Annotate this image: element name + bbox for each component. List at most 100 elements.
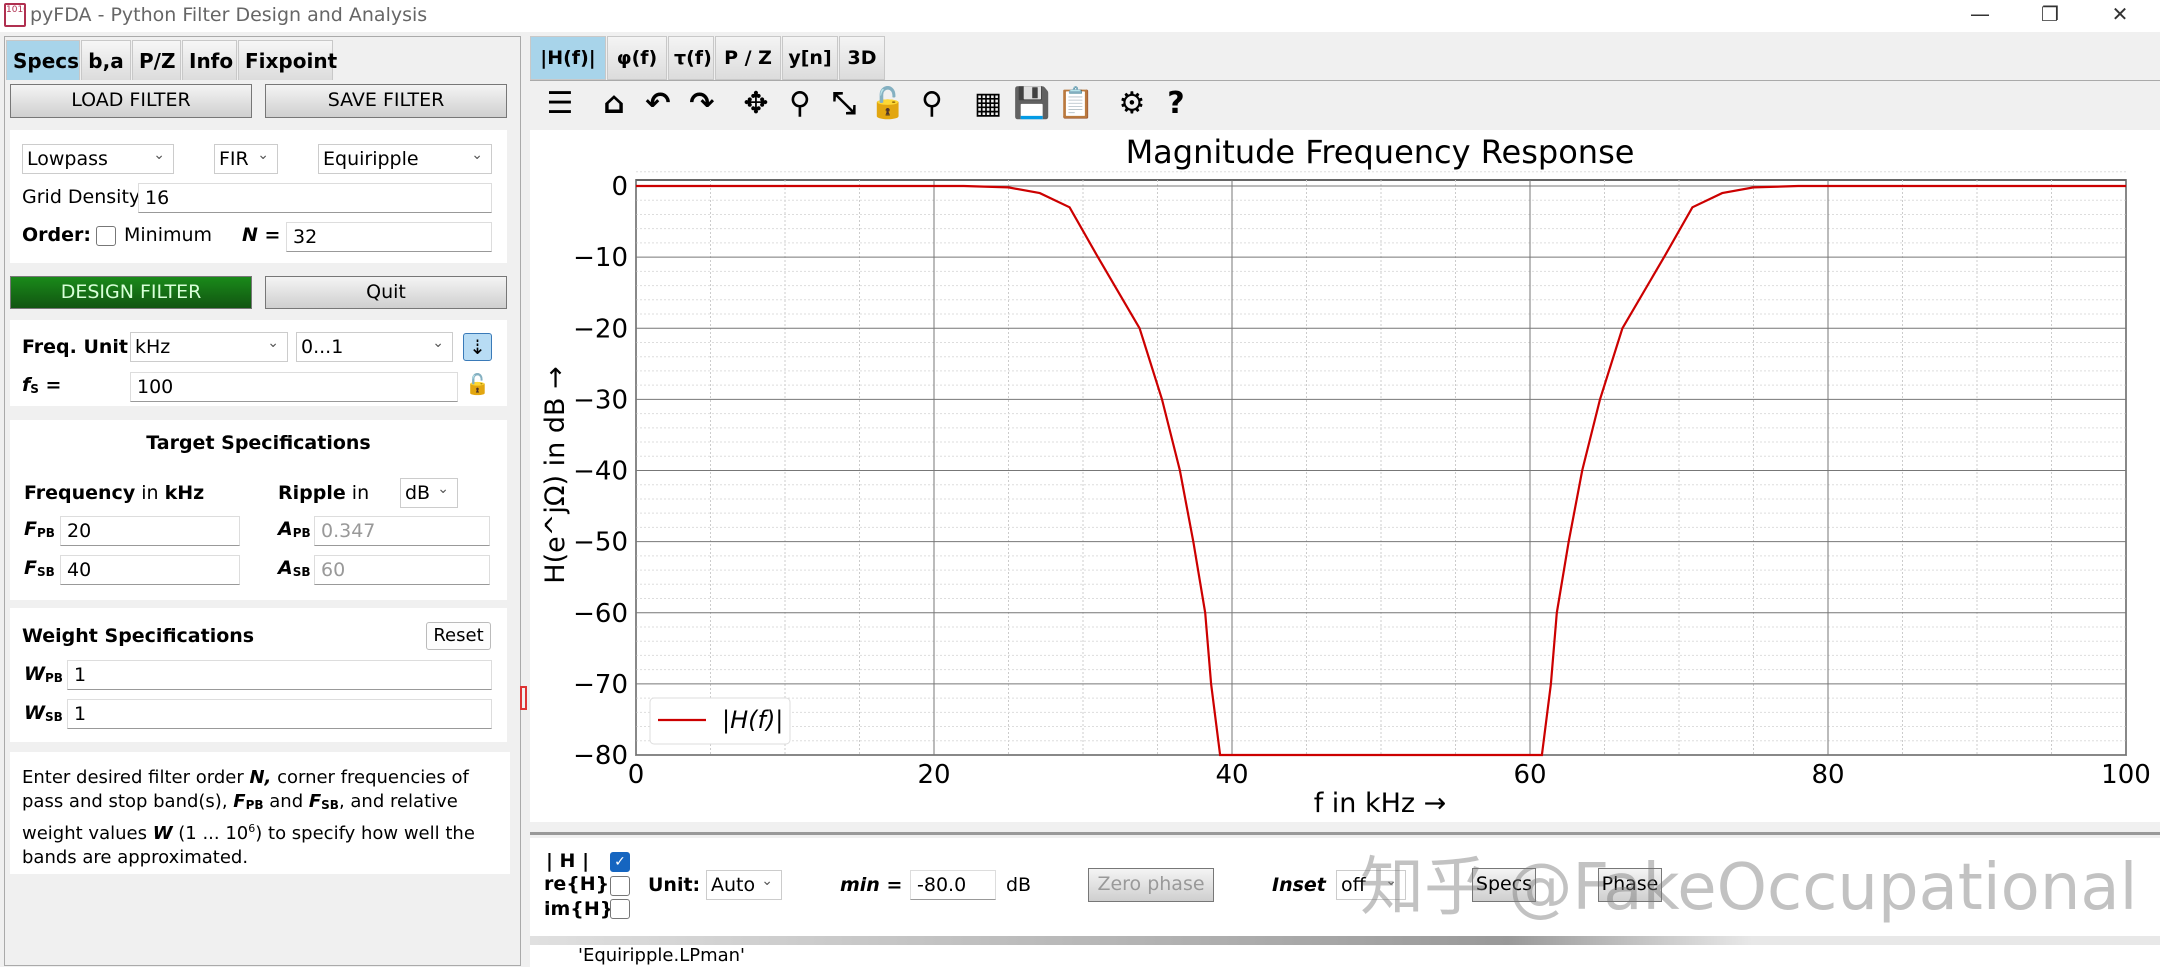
lock-icon[interactable]: 🔓 [868, 84, 908, 124]
magnitude-checkbox[interactable]: ✓ [610, 852, 630, 872]
chevron-down-icon: ⌄ [437, 481, 449, 497]
x-axis-label: f in kHz → [1314, 788, 1447, 819]
quit-button[interactable]: Quit [265, 276, 507, 309]
min-input[interactable]: -80.0 [910, 870, 996, 900]
y-axis-label: H(e^jΩ) in dB → [540, 366, 571, 583]
design-method-select[interactable]: Equiripple ⌄ [318, 144, 492, 174]
real-label: re{H} [544, 873, 610, 895]
marker-icon[interactable]: ⚲ [912, 84, 952, 124]
undo-icon[interactable]: ↶ [638, 84, 678, 124]
real-checkbox[interactable] [610, 876, 630, 896]
chevron-down-icon: ⌄ [471, 147, 483, 163]
freq-range-value: 0...1 [301, 336, 344, 358]
imag-checkbox[interactable] [610, 899, 630, 919]
title-bar: 1010 pyFDA - Python Filter Design and An… [0, 0, 2160, 32]
redo-icon[interactable]: ↷ [682, 84, 722, 124]
tab-info[interactable]: Info [182, 40, 237, 80]
full-view-icon[interactable]: ⤡ [824, 84, 864, 124]
order-n-input[interactable]: 32 [286, 222, 492, 252]
clipboard-icon[interactable]: 📋 [1056, 84, 1096, 124]
x-tick-label: 0 [628, 760, 645, 790]
minimum-order-checkbox[interactable] [96, 226, 116, 246]
unit-select[interactable]: Auto ⌄ [706, 870, 782, 900]
design-filter-button[interactable]: DESIGN FILTER [10, 276, 252, 309]
save-icon[interactable]: 💾 [1012, 84, 1052, 124]
filter-class-select[interactable]: FIR ⌄ [214, 144, 278, 174]
tab-3d[interactable]: 3D [839, 36, 885, 80]
tab-fixpoint[interactable]: Fixpoint [238, 40, 337, 80]
lock-icon[interactable]: 🔓 [463, 372, 492, 400]
fsb-label: FSB [24, 557, 55, 579]
app-logo: 1010 [4, 3, 26, 27]
inset-label: Inset [1272, 874, 1326, 896]
pan-icon[interactable]: ✥ [736, 84, 776, 124]
tab-divider [530, 80, 2160, 81]
ripple-header: Ripple [278, 482, 346, 504]
help-icon[interactable]: ? [1156, 84, 1196, 124]
tab-pole-zero[interactable]: P / Z [715, 36, 781, 80]
tab-phase[interactable]: φ(f) [607, 36, 667, 80]
freq-unit-select[interactable]: kHz ⌄ [130, 332, 288, 362]
grid-icon[interactable]: ▦ [968, 84, 1008, 124]
minimize-button[interactable]: — [1960, 2, 2000, 30]
reset-weights-button[interactable]: Reset [426, 622, 491, 650]
apb-label: APB [278, 518, 311, 540]
toggle-toolbar-icon[interactable]: ☰ [540, 84, 580, 124]
magnitude-chart: Magnitude Frequency Response f in kHz → … [540, 133, 2151, 819]
grid-density-input[interactable]: 16 [138, 183, 492, 213]
y-tick-label: −60 [573, 599, 628, 629]
y-tick-label: −80 [573, 741, 628, 771]
y-tick-label: 0 [611, 172, 628, 202]
freq-unit-label: Freq. Unit [22, 336, 129, 358]
tab-group-delay[interactable]: τ(f) [668, 36, 714, 80]
x-tick-label: 100 [2101, 760, 2151, 790]
order-label: Order: [22, 224, 91, 246]
home-icon[interactable]: ⌂ [594, 84, 634, 124]
frequency-header: Frequency [24, 482, 136, 504]
close-button[interactable]: ✕ [2100, 2, 2140, 30]
imag-label: im{H} [544, 898, 614, 920]
fpb-input[interactable]: 20 [60, 516, 240, 546]
wsb-input[interactable]: 1 [67, 699, 492, 729]
zoom-icon[interactable]: ⚲ [780, 84, 820, 124]
zero-phase-button[interactable]: Zero phase [1088, 868, 1214, 902]
info-text: Enter desired filter order N, corner fre… [10, 752, 510, 874]
splitter-handle[interactable] [520, 686, 527, 710]
splitter-bar[interactable] [530, 936, 2160, 945]
asb-label: ASB [278, 557, 311, 579]
y-tick-label: −70 [573, 670, 628, 700]
ripple-unit-select[interactable]: dB ⌄ [400, 478, 458, 508]
fs-input[interactable]: 100 [130, 372, 458, 402]
tab-specs[interactable]: Specs [6, 40, 80, 80]
chart-title: Magnitude Frequency Response [1126, 133, 1635, 171]
wpb-label: WPB [24, 663, 63, 685]
filter-class-value: FIR [219, 148, 249, 170]
fpb-label: FPB [24, 518, 55, 540]
chevron-down-icon: ⌄ [153, 147, 165, 163]
grid-density-label: Grid Density [22, 186, 141, 208]
tab-ba[interactable]: b,a [81, 40, 131, 80]
y-tick-label: −40 [573, 457, 628, 487]
asb-input[interactable]: 60 [314, 555, 490, 585]
unit-label: Unit: [648, 874, 701, 896]
fsb-input[interactable]: 40 [60, 555, 240, 585]
fs-label: fS = [22, 374, 62, 396]
chevron-down-icon: ⌄ [257, 147, 269, 163]
load-filter-button[interactable]: LOAD FILTER [10, 84, 252, 118]
x-tick-label: 20 [917, 760, 950, 790]
wpb-input[interactable]: 1 [67, 660, 492, 690]
response-type-select[interactable]: Lowpass ⌄ [22, 144, 174, 174]
chevron-down-icon: ⌄ [432, 335, 444, 351]
freq-range-select[interactable]: 0...1 ⌄ [296, 332, 453, 362]
tab-magnitude[interactable]: |H(f)| [530, 36, 606, 80]
settings-icon[interactable]: ⚙ [1112, 84, 1152, 124]
tab-impulse-response[interactable]: y[n] [782, 36, 838, 80]
sort-toggle-icon[interactable]: ⇣ [463, 333, 492, 361]
status-area [530, 945, 2160, 967]
save-filter-button[interactable]: SAVE FILTER [265, 84, 507, 118]
weight-specs-title: Weight Specifications [22, 625, 255, 647]
tab-pz[interactable]: P/Z [132, 40, 181, 80]
maximize-button[interactable]: ❐ [2030, 2, 2070, 30]
apb-input[interactable]: 0.347 [314, 516, 490, 546]
magnitude-label: | H | [546, 850, 590, 872]
